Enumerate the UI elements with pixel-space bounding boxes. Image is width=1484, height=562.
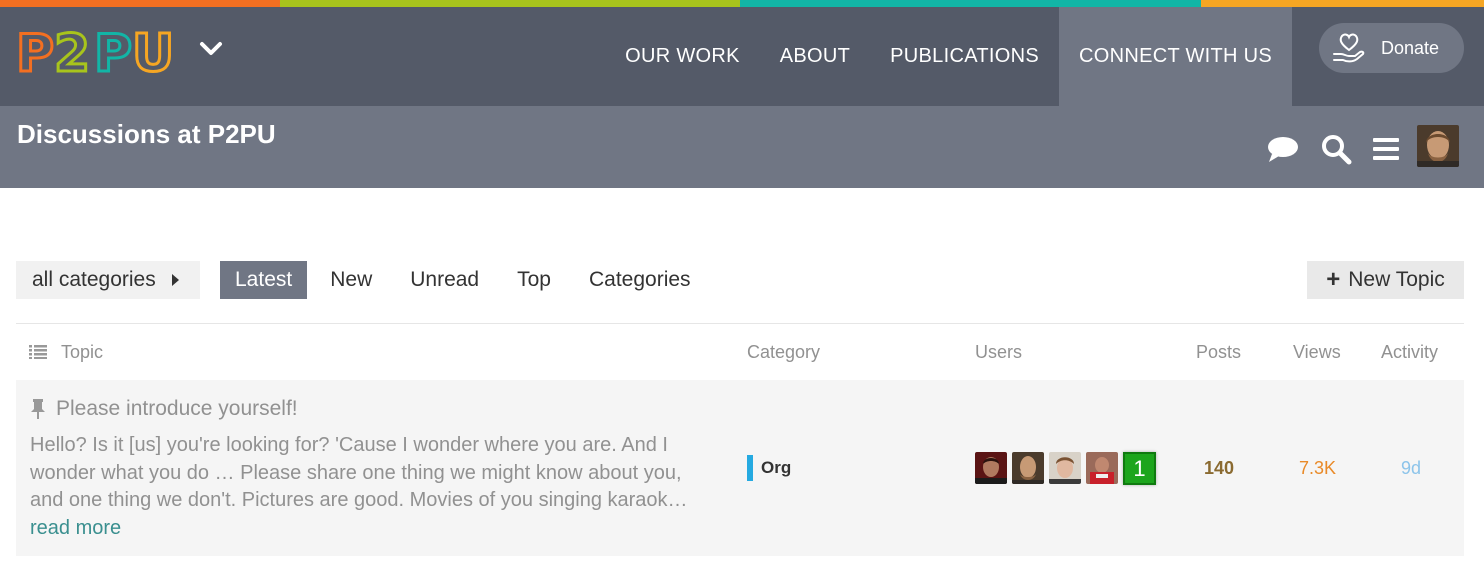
svg-text:U: U: [132, 25, 174, 77]
avatar[interactable]: [1049, 452, 1081, 484]
avatar[interactable]: [1012, 452, 1044, 484]
topic-list-tabs: Latest New Unread Top Categories: [220, 261, 714, 299]
brand-color-strip: [0, 0, 1484, 7]
topic-title-link[interactable]: Please introduce yourself!: [56, 397, 298, 421]
tab-top[interactable]: Top: [502, 261, 566, 299]
tab-latest[interactable]: Latest: [220, 261, 308, 299]
donate-label: Donate: [1381, 37, 1440, 58]
topic-filter-bar: all categories Latest New Unread Top Cat…: [16, 261, 1464, 301]
chat-bubble-icon[interactable]: [1266, 132, 1300, 166]
avatar[interactable]: [975, 452, 1007, 484]
tab-unread[interactable]: Unread: [395, 261, 494, 299]
p2pu-logo[interactable]: P 2 P U: [16, 25, 176, 77]
topic-participants: 1: [975, 452, 1156, 485]
discourse-header: Discussions at P2PU: [0, 106, 1484, 188]
bulk-select-list-icon[interactable]: [29, 345, 47, 359]
activity-age[interactable]: 9d: [1401, 458, 1421, 479]
color-segment-teal: [740, 0, 1201, 7]
nav-about[interactable]: ABOUT: [760, 7, 870, 106]
new-topic-button[interactable]: + New Topic: [1307, 261, 1464, 299]
current-user-avatar[interactable]: [1417, 125, 1459, 167]
color-segment-yellow: [1201, 0, 1484, 7]
column-views[interactable]: Views: [1293, 342, 1341, 363]
page-title[interactable]: Discussions at P2PU: [17, 119, 276, 150]
column-category: Category: [747, 342, 821, 362]
nav-connect-with-us[interactable]: CONNECT WITH US: [1058, 7, 1292, 106]
svg-text:2: 2: [54, 25, 90, 77]
svg-text:P: P: [94, 25, 132, 77]
color-segment-green: [280, 0, 740, 7]
column-posts[interactable]: Posts: [1196, 342, 1241, 363]
tab-categories[interactable]: Categories: [574, 261, 706, 299]
topic-list-header: Topic Category Users Posts Views Activit…: [16, 340, 1464, 366]
category-color-bar: [747, 455, 753, 481]
read-more-link[interactable]: read more: [30, 517, 121, 539]
column-topic: Topic: [61, 342, 104, 362]
color-segment-orange: [0, 0, 280, 7]
tab-new[interactable]: New: [315, 261, 387, 299]
category-dropdown-label: all categories: [32, 268, 156, 291]
topic-excerpt: Hello? Is it [us] you're looking for? 'C…: [30, 432, 710, 542]
svg-text:P: P: [16, 25, 54, 77]
avatar[interactable]: [1086, 452, 1118, 484]
chevron-down-icon[interactable]: [199, 37, 223, 61]
category-dropdown[interactable]: all categories: [16, 261, 200, 299]
search-icon[interactable]: [1319, 132, 1353, 166]
excerpt-text: Hello? Is it [us] you're looking for? 'C…: [30, 434, 688, 511]
divider: [16, 323, 1464, 324]
caret-right-icon: [171, 274, 179, 286]
top-navigation: P 2 P U OUR WORK ABOUT PUBLICATIONS CONN…: [0, 7, 1484, 106]
views-count: 7.3K: [1299, 458, 1337, 478]
extra-users-count-badge[interactable]: 1: [1123, 452, 1156, 485]
main-nav-links: OUR WORK ABOUT PUBLICATIONS CONNECT WITH…: [605, 7, 1292, 106]
column-activity[interactable]: Activity: [1381, 342, 1438, 363]
nav-publications[interactable]: PUBLICATIONS: [870, 7, 1059, 106]
plus-icon: +: [1326, 266, 1341, 293]
category-name: Org: [761, 458, 792, 477]
heart-hand-icon: [1333, 33, 1365, 63]
posts-count[interactable]: 140: [1204, 458, 1234, 479]
pin-icon[interactable]: [29, 398, 47, 420]
new-topic-label: New Topic: [1348, 268, 1445, 291]
column-users: Users: [975, 342, 1023, 362]
category-badge[interactable]: Org: [747, 455, 791, 481]
donate-button[interactable]: Donate: [1319, 23, 1464, 73]
hamburger-menu-icon[interactable]: [1369, 132, 1403, 166]
table-row: Please introduce yourself! Hello? Is it …: [16, 380, 1464, 556]
nav-our-work[interactable]: OUR WORK: [605, 7, 760, 106]
